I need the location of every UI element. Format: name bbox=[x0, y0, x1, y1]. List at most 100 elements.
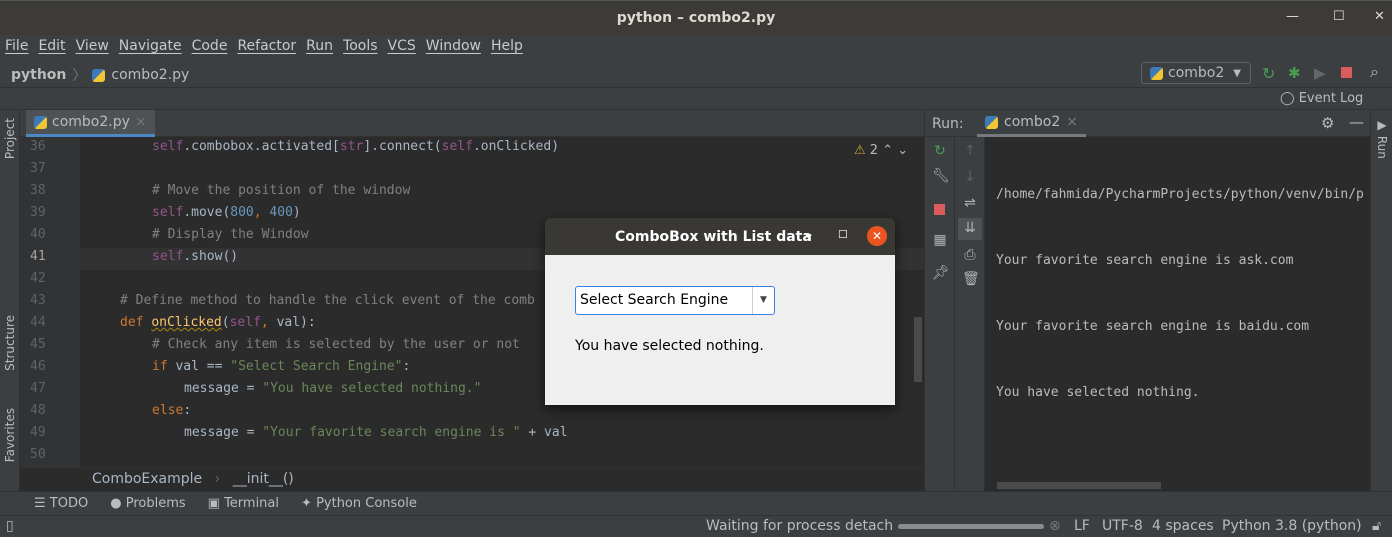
gear-icon[interactable]: ⚙ bbox=[1321, 114, 1334, 132]
python-icon bbox=[985, 115, 998, 129]
menu-run[interactable]: Run bbox=[301, 35, 338, 60]
code-token: self bbox=[441, 139, 473, 154]
event-log-label: Event Log bbox=[1298, 91, 1364, 106]
menu-refactor[interactable]: Refactor bbox=[232, 35, 301, 60]
python-console-label: Python Console bbox=[316, 496, 417, 511]
code-token: if bbox=[152, 359, 176, 374]
run-configuration-select[interactable]: combo2 ▼ bbox=[1141, 62, 1251, 84]
python-icon: ✦ bbox=[301, 496, 312, 511]
search-icon[interactable]: ⌕ bbox=[1370, 62, 1379, 82]
python-console-tab[interactable]: ✦ Python Console bbox=[301, 496, 417, 515]
warnings-indicator[interactable]: ⚠ 2 ⌃ ⌄ bbox=[854, 143, 908, 158]
rerun-icon[interactable]: ↻ bbox=[1262, 64, 1275, 83]
list-icon: ☰ bbox=[34, 496, 46, 511]
run-tool-tab[interactable]: ▶ Run bbox=[1375, 118, 1389, 159]
tab-combo2-py[interactable]: combo2.py × bbox=[26, 110, 155, 137]
trash-icon[interactable]: 🗑︎ bbox=[962, 271, 980, 287]
menu-window[interactable]: Window bbox=[421, 35, 486, 60]
code-token: .combobox.activated[ bbox=[183, 139, 340, 154]
python-interpreter[interactable]: Python 3.8 (python) bbox=[1222, 518, 1362, 534]
arrow-down-icon[interactable]: ↓ bbox=[962, 169, 978, 185]
code-token: "You have selected nothing." bbox=[262, 381, 482, 396]
close-button[interactable]: ✕ bbox=[1374, 9, 1385, 24]
menu-tools[interactable]: Tools bbox=[338, 35, 383, 60]
stop-icon[interactable] bbox=[934, 204, 945, 215]
code-token: .show() bbox=[183, 249, 239, 264]
breadcrumb-project[interactable]: python bbox=[11, 67, 66, 83]
line-number: 36 bbox=[30, 139, 46, 154]
run-label: Run: bbox=[932, 116, 964, 132]
soft-wrap-icon[interactable]: ⇌ bbox=[962, 195, 978, 211]
code-line: # Move the position of the window bbox=[152, 183, 410, 198]
maximize-button[interactable]: ☐ bbox=[1333, 9, 1345, 24]
breadcrumb-file[interactable]: combo2.py bbox=[111, 67, 189, 83]
search-engine-combobox[interactable]: Select Search Engine ▼ bbox=[575, 286, 775, 315]
editor-scrollbar[interactable] bbox=[914, 317, 922, 382]
code-token: "Your favorite search engine is " bbox=[262, 425, 521, 440]
code-token: "Select Search Engine" bbox=[230, 359, 403, 374]
menu-help[interactable]: Help bbox=[486, 35, 528, 60]
close-tab-icon[interactable]: × bbox=[1066, 114, 1078, 130]
close-tab-icon[interactable]: × bbox=[135, 114, 147, 130]
todo-tab[interactable]: ☰ TODO bbox=[34, 496, 88, 515]
problems-tab[interactable]: ● Problems bbox=[110, 496, 185, 515]
print-icon[interactable]: ⎙ bbox=[962, 247, 978, 263]
selection-message: You have selected nothing. bbox=[575, 338, 764, 354]
favorites-tool-tab[interactable]: Favorites bbox=[3, 408, 17, 462]
chevron-down-icon[interactable]: ⌄ bbox=[897, 143, 908, 158]
line-separator[interactable]: LF bbox=[1074, 518, 1090, 534]
dialog-maximize-button[interactable]: ☐ bbox=[838, 228, 848, 241]
minimize-button[interactable]: — bbox=[1286, 9, 1299, 24]
chevron-down-icon[interactable]: ▼ bbox=[752, 287, 774, 314]
terminal-tab[interactable]: ▣ Terminal bbox=[208, 496, 279, 515]
run-tab-combo2[interactable]: combo2 × bbox=[977, 110, 1086, 137]
line-number: 41 bbox=[30, 249, 46, 264]
stop-icon[interactable] bbox=[1341, 67, 1352, 78]
console-scrollbar[interactable] bbox=[997, 482, 1161, 489]
menu-code[interactable]: Code bbox=[187, 35, 233, 60]
indent-setting[interactable]: 4 spaces bbox=[1152, 518, 1214, 534]
code-token: self bbox=[152, 139, 184, 154]
dialog-minimize-button[interactable]: – bbox=[805, 227, 812, 243]
menu-view[interactable]: View bbox=[71, 35, 114, 60]
title-bar: python – combo2.py — ☐ ✕ bbox=[0, 0, 1392, 35]
chevron-up-icon[interactable]: ⌃ bbox=[882, 143, 893, 158]
cancel-process-icon[interactable]: ⊗ bbox=[1049, 518, 1061, 534]
lock-icon[interactable]: 🔓︎ bbox=[1372, 518, 1381, 534]
rerun-icon[interactable]: ↻ bbox=[932, 143, 948, 159]
pin-icon[interactable]: 📌︎ bbox=[932, 265, 950, 281]
terminal-label: Terminal bbox=[224, 496, 280, 511]
structure-tool-tab[interactable]: Structure bbox=[3, 315, 17, 371]
console-output[interactable]: /home/fahmida/PycharmProjects/python/ven… bbox=[996, 140, 1364, 448]
menu-edit[interactable]: Edit bbox=[33, 35, 70, 60]
line-number: 39 bbox=[30, 205, 46, 220]
status-bar: ▯ Waiting for process detach ⊗ LF UTF-8 … bbox=[0, 515, 1392, 537]
dialog-close-button[interactable]: ✕ bbox=[867, 226, 887, 246]
minimize-panel-icon[interactable]: — bbox=[1349, 113, 1364, 131]
menu-vcs[interactable]: VCS bbox=[383, 35, 421, 60]
debug-icon[interactable]: ✱ bbox=[1288, 64, 1301, 82]
code-token: .onClicked) bbox=[472, 139, 560, 154]
code-token: val == bbox=[175, 359, 231, 374]
scroll-to-end-icon[interactable]: ⇊ bbox=[958, 218, 982, 240]
wrench-icon[interactable]: 🔧︎ bbox=[932, 168, 950, 184]
tab-label: combo2.py bbox=[52, 114, 130, 130]
editor-breadcrumb: ComboExample › __init__() bbox=[20, 467, 924, 491]
project-tool-tab[interactable]: Project bbox=[3, 118, 17, 159]
breadcrumb-method[interactable]: __init__() bbox=[233, 471, 294, 487]
code-line: self.move(800, 400) bbox=[152, 205, 301, 220]
arrow-up-icon[interactable]: ↑ bbox=[962, 143, 978, 159]
right-tool-strip: ▶ Run bbox=[1370, 110, 1392, 491]
attach-icon[interactable]: ▶ bbox=[1314, 64, 1326, 82]
event-log-button[interactable]: ◯ Event Log bbox=[1280, 91, 1363, 106]
layout-icon[interactable]: ▦ bbox=[932, 232, 948, 248]
breadcrumb-class[interactable]: ComboExample bbox=[92, 471, 202, 487]
line-number: 49 bbox=[30, 425, 46, 440]
menu-navigate[interactable]: Navigate bbox=[114, 35, 187, 60]
file-encoding[interactable]: UTF-8 bbox=[1102, 518, 1143, 534]
code-token: 800 bbox=[230, 205, 254, 220]
layout-toggle-icon[interactable]: ▯ bbox=[6, 518, 14, 534]
menu-file[interactable]: File bbox=[0, 35, 33, 60]
tool-window-bar: ☰ TODO ● Problems ▣ Terminal ✦ Python Co… bbox=[0, 491, 1392, 515]
code-line: message = "Your favorite search engine i… bbox=[184, 425, 568, 440]
